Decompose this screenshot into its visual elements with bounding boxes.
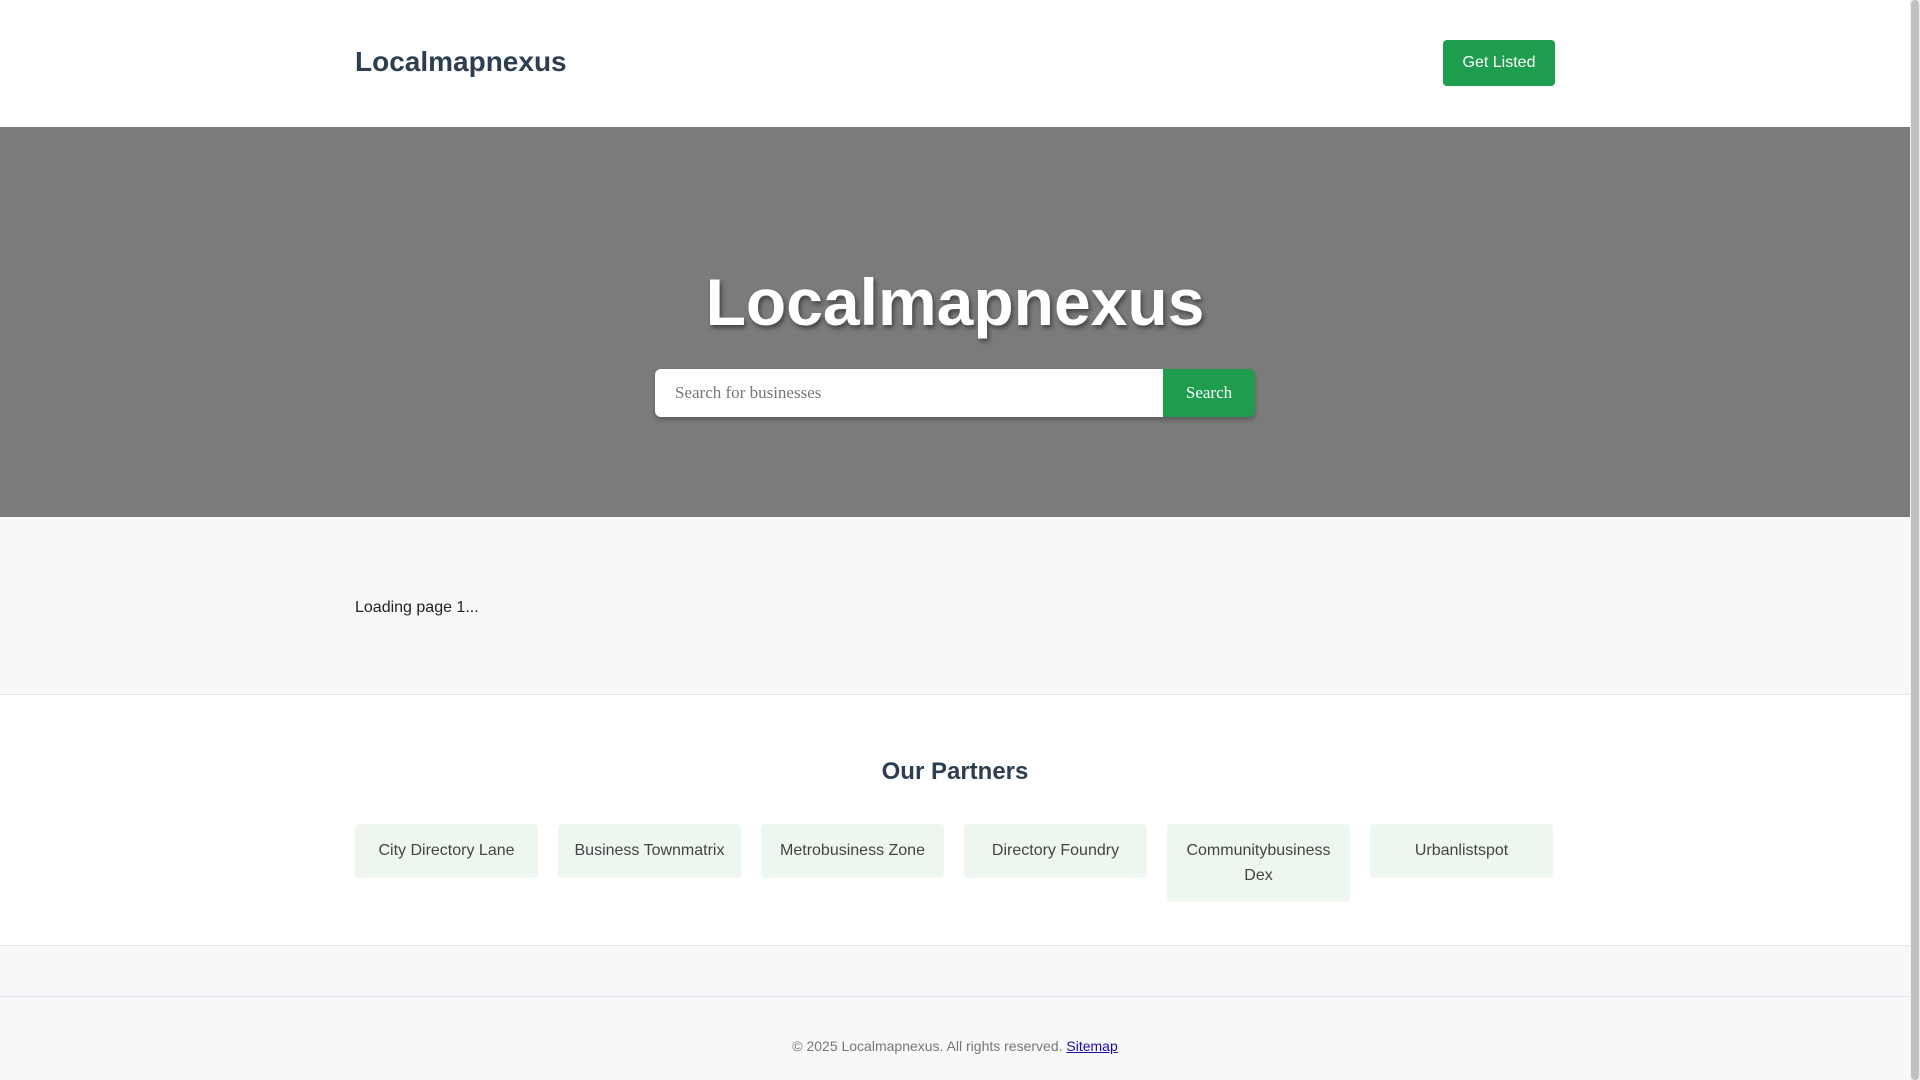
partners-title: Our Partners [881, 758, 1029, 785]
page-scrollbar[interactable] [1910, 0, 1920, 1080]
partner-link-communitybusiness-dex[interactable]: Communitybusiness Dex [1167, 824, 1350, 902]
sitemap-link[interactable]: Sitemap [1066, 1038, 1117, 1054]
partner-list: City Directory Lane Business Townmatrix … [355, 824, 1555, 902]
copyright-text: © 2025 Localmapnexus. All rights reserve… [792, 1038, 1063, 1054]
partner-link-metrobusiness-zone[interactable]: Metrobusiness Zone [761, 824, 944, 878]
site-footer: © 2025 Localmapnexus. All rights reserve… [0, 997, 1910, 1080]
get-listed-button[interactable]: Get Listed [1443, 40, 1555, 86]
search-button[interactable]: Search [1163, 369, 1255, 417]
scrollbar-thumb[interactable] [1911, 0, 1919, 1080]
footer-text: © 2025 Localmapnexus. All rights reserve… [0, 1036, 1910, 1056]
divider-band [0, 946, 1910, 997]
partner-link-urbanlistspot[interactable]: Urbanlistspot [1370, 824, 1553, 878]
partners-section: Our Partners City Directory Lane Busines… [0, 695, 1910, 946]
partner-link-city-directory-lane[interactable]: City Directory Lane [355, 824, 538, 878]
partner-link-directory-foundry[interactable]: Directory Foundry [964, 824, 1147, 878]
site-header: Localmapnexus Get Listed [0, 0, 1910, 127]
search-bar: Search [655, 369, 1255, 417]
hero-section: Localmapnexus Search [0, 127, 1910, 517]
page: Localmapnexus Get Listed Localmapnexus S… [0, 0, 1910, 1080]
hero-title: Localmapnexus [705, 265, 1205, 339]
partner-link-business-townmatrix[interactable]: Business Townmatrix [558, 824, 741, 878]
search-input[interactable] [655, 369, 1163, 417]
loading-status: Loading page 1... [355, 599, 479, 616]
site-logo[interactable]: Localmapnexus [355, 44, 567, 80]
business-listing-section: Loading page 1... [0, 517, 1910, 695]
